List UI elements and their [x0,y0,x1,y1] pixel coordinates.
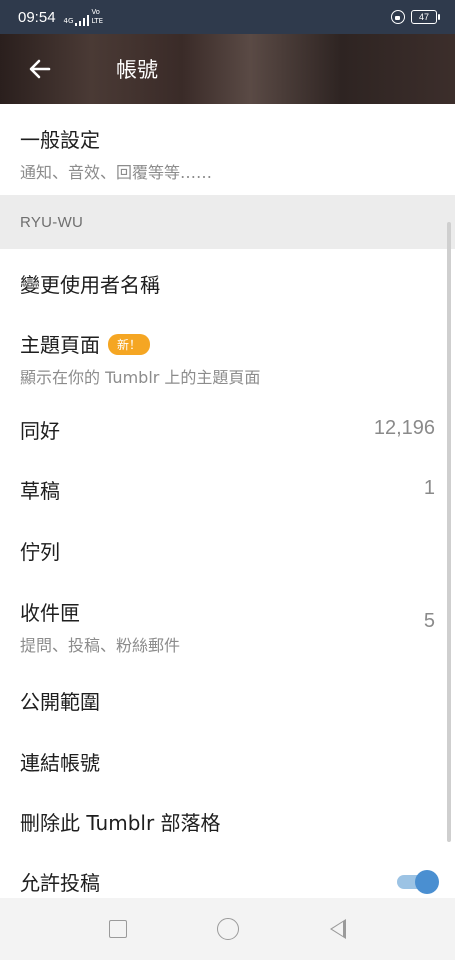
theme-page-subtitle: 顯示在你的 Tumblr 上的主題頁面 [20,368,261,387]
allow-submissions-item[interactable]: 允許投稿 [0,851,455,898]
theme-page-title: 主題頁面 [20,333,100,357]
drafts-title: 草稿 [20,479,60,503]
visibility-title: 公開範圍 [20,690,100,714]
allow-submissions-toggle[interactable] [397,870,439,894]
followers-item[interactable]: 同好 12,196 [0,400,455,460]
followers-title: 同好 [20,419,60,443]
back-button[interactable] [0,34,80,104]
status-bar: 09:54 4G Vo LTE 47 [0,0,455,34]
visibility-item[interactable]: 公開範圍 [0,670,455,731]
nav-back-icon[interactable] [329,919,346,939]
delete-blog-item[interactable]: 刪除此 Tumblr 部落格 [0,791,455,851]
drafts-count: 1 [423,477,435,499]
theme-page-item[interactable]: 主題頁面 新！ 顯示在你的 Tumblr 上的主題頁面 [0,313,455,400]
general-settings-item[interactable]: 一般設定 通知、音效、回覆等等…… [0,104,455,195]
delete-blog-title: 刪除此 Tumblr 部落格 [20,811,221,835]
inbox-subtitle: 提問、投稿、粉絲郵件 [20,636,181,655]
queue-title: 佇列 [20,540,60,564]
drafts-item[interactable]: 草稿 1 [0,460,455,520]
page-title: 帳號 [116,58,158,82]
linked-accounts-item[interactable]: 連結帳號 [0,731,455,791]
inbox-item[interactable]: 收件匣 提問、投稿、粉絲郵件 5 [0,580,455,670]
change-username-title: 變更使用者名稱 [20,273,160,297]
inbox-count: 5 [423,610,435,632]
general-settings-title: 一般設定 [20,128,100,152]
blog-section-header: RYU-WU [0,195,455,249]
signal-icon [75,15,90,26]
arrow-left-icon [29,59,51,79]
queue-item[interactable]: 佇列 [0,520,455,580]
change-username-item[interactable]: 變更使用者名稱 [0,249,455,313]
system-nav-bar [0,898,455,960]
status-time: 09:54 [18,8,56,26]
linked-accounts-title: 連結帳號 [20,751,100,775]
recents-icon[interactable] [109,920,128,938]
general-settings-subtitle: 通知、音效、回覆等等…… [20,163,213,182]
home-icon[interactable] [217,918,240,940]
volte-label: Vo LTE [91,8,104,25]
inbox-title: 收件匣 [20,601,80,625]
toggle-knob [415,870,439,894]
settings-list[interactable]: 一般設定 通知、音效、回覆等等…… RYU-WU 變更使用者名稱 主題頁面 新！ … [0,104,455,898]
network-indicator: 4G Vo LTE [63,8,104,26]
app-bar: 帳號 [0,34,455,104]
battery-icon: 47 [411,10,440,24]
rotation-lock-icon [391,10,405,24]
followers-count: 12,196 [373,417,435,439]
new-badge: 新！ [108,334,151,355]
allow-submissions-title: 允許投稿 [20,871,100,895]
network-type: 4G [63,17,74,25]
scrollbar[interactable] [447,222,451,842]
